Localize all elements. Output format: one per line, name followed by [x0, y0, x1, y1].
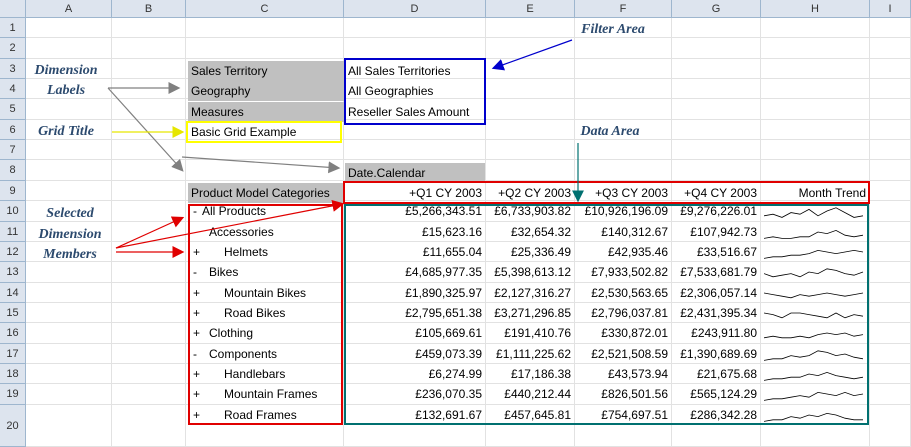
arrow-members-to-column: [115, 199, 345, 249]
arrow-dimension-labels-bottom: [107, 87, 184, 172]
arrow-filter-area: [491, 39, 573, 71]
annotation-arrows: [107, 39, 584, 258]
arrow-dimension-labels-date: [181, 156, 341, 174]
arrow-members-to-top: [115, 216, 185, 249]
